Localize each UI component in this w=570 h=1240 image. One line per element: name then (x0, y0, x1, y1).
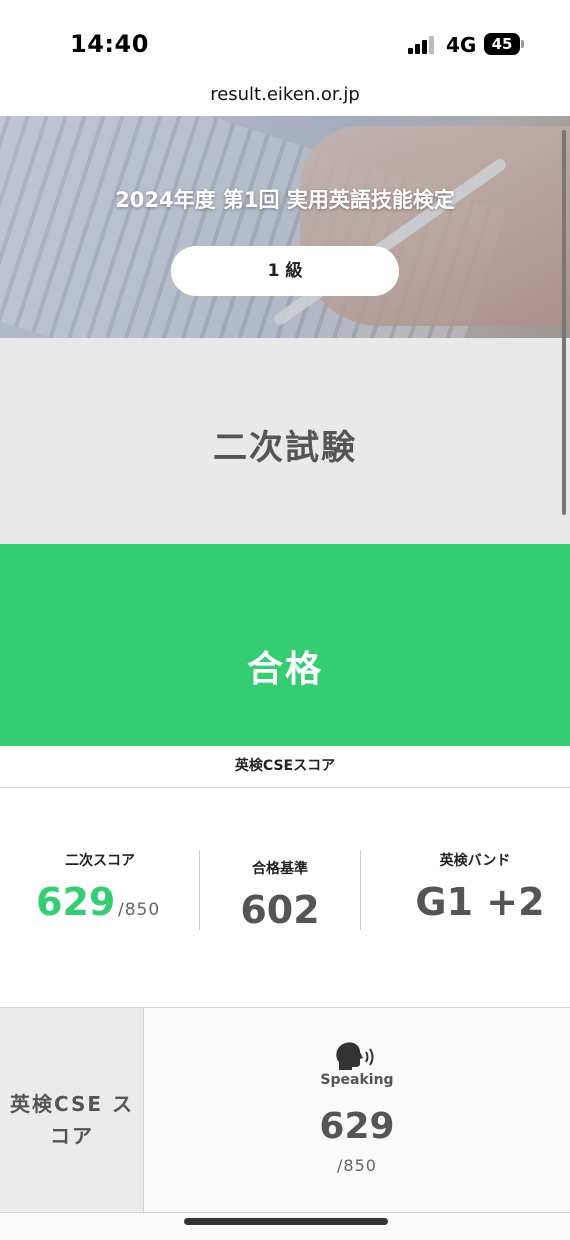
network-type: 4G (446, 33, 477, 57)
column-divider (360, 850, 361, 930)
skill-side-label: 英検CSE スコア (9, 1092, 135, 1148)
scrollbar[interactable] (562, 130, 566, 515)
score-summary: 二次スコア 629 /850 合格基準 602 英検バンド G1 +2 (0, 788, 570, 1008)
skill-breakdown: 英検CSE スコア Speaking 629 /850 (0, 1008, 570, 1240)
grade-badge: 1 級 (171, 246, 399, 296)
passing-standard-column: 合格基準 (200, 858, 360, 878)
status-bar: 14:40 4G 45 (0, 0, 570, 84)
secondary-score-label: 二次スコア (65, 853, 135, 869)
status-time: 14:40 (70, 30, 149, 58)
secondary-score-column: 二次スコア (20, 850, 180, 870)
passing-standard-value: 602 (240, 888, 320, 932)
home-indicator[interactable] (184, 1218, 388, 1225)
result-banner: 合格 (0, 544, 570, 746)
speaking-label: Speaking (320, 1072, 394, 1088)
secondary-score-value: 629 (36, 880, 116, 924)
battery-level: 45 (491, 35, 513, 53)
cse-score-header: 英検CSEスコア (0, 746, 570, 788)
battery-icon: 45 (484, 33, 524, 55)
band-column: 英検バンド (380, 850, 570, 870)
secondary-score-max: /850 (118, 900, 161, 920)
passing-standard-label: 合格基準 (252, 861, 308, 877)
exam-title: 2024年度 第1回 実用英語技能検定 (115, 188, 455, 212)
exam-type-label: 二次試験 (213, 428, 357, 468)
exam-type-section: 二次試験 (0, 338, 570, 544)
hero-banner: 2024年度 第1回 実用英語技能検定 1 級 (0, 116, 570, 338)
skill-side-header: 英検CSE スコア (0, 1008, 144, 1212)
result-label: 合格 (246, 649, 323, 690)
signal-icon (408, 36, 436, 54)
speaking-score: 629 (319, 1106, 395, 1147)
url-bar[interactable]: result.eiken.or.jp (0, 84, 570, 116)
speaking-head-icon (333, 1040, 377, 1076)
speaking-max: /850 (337, 1156, 377, 1175)
band-value: G1 +2 (415, 880, 545, 924)
band-label: 英検バンド (439, 853, 511, 869)
